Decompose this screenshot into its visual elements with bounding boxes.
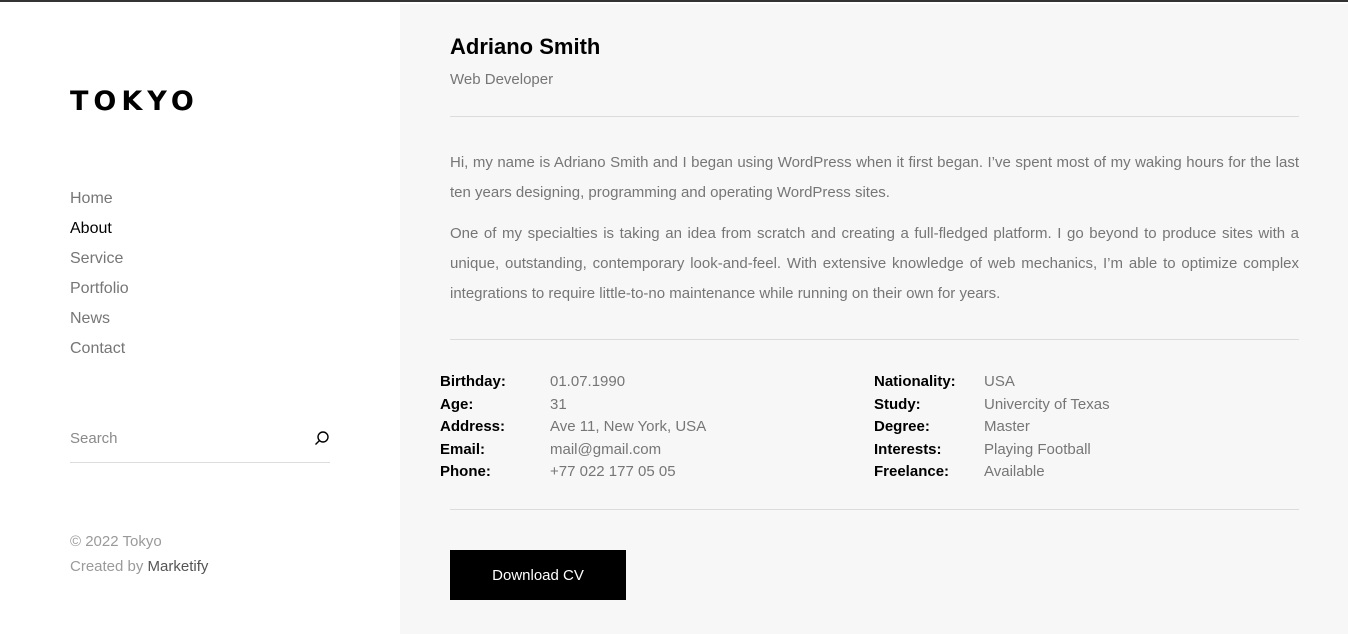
sidebar: TOKYO Home About Service Portfolio News …: [0, 4, 400, 634]
bio-paragraph: Hi, my name is Adriano Smith and I began…: [450, 154, 1299, 201]
info-value: Playing Football: [984, 440, 1091, 458]
copyright-text: © 2022 Tokyo: [70, 533, 162, 550]
created-by: Created by Marketify: [70, 554, 208, 579]
about-section: Adriano Smith Web Developer Hi, my name …: [400, 4, 1348, 634]
nav-item-news[interactable]: News: [70, 307, 129, 337]
info-label: Interests:: [874, 440, 942, 458]
search-box: [70, 422, 330, 463]
search-input[interactable]: [70, 422, 300, 454]
info-row-phone: Phone: +77 022 177 05 05: [440, 461, 820, 484]
nav-item-portfolio[interactable]: Portfolio: [70, 277, 129, 307]
info-label: Birthday:: [440, 373, 506, 390]
divider: [450, 509, 1299, 510]
download-cv-button[interactable]: Download CV: [450, 550, 626, 600]
nav-item-about[interactable]: About: [70, 217, 129, 247]
info-row-email: Email: mail@gmail.com: [440, 439, 820, 462]
info-value: 01.07.1990: [550, 373, 626, 390]
divider: [450, 116, 1299, 117]
divider: [450, 339, 1299, 340]
info-value[interactable]: mail@gmail.com: [550, 439, 661, 462]
info-label: Address:: [440, 418, 506, 435]
bio-paragraph: One of my specialties is taking an idea …: [450, 225, 1299, 302]
info-value: Available: [984, 463, 1045, 480]
info-value: Ave 11, New York, USA: [550, 418, 707, 435]
info-row-study: Study: Univercity of Texas: [874, 394, 1254, 417]
info-value: USA: [984, 373, 1015, 390]
info-list-left: Birthday: 01.07.1990 Age: 31 Address: Ave 1…: [440, 371, 820, 484]
info-label: Email:: [440, 440, 486, 458]
search-icon[interactable]: [314, 430, 330, 446]
info-label: Age:: [440, 395, 474, 413]
info-row-interests: Interests: Playing Football: [874, 439, 1254, 462]
info-list-right: Nationality: USA Study: Univercity of Texa…: [874, 371, 1254, 484]
info-label: Phone:: [440, 463, 491, 480]
logo[interactable]: TOKYO: [70, 86, 199, 117]
info-row-degree: Degree: Master: [874, 416, 1254, 439]
info-value: +77 022 177 05 05: [550, 463, 676, 480]
info-row-nationality: Nationality: USA: [874, 371, 1254, 394]
info-row-freelance: Freelance: Available: [874, 461, 1254, 484]
info-label: Study:: [874, 395, 921, 413]
info-row-age: Age: 31: [440, 394, 820, 417]
info-label: Nationality:: [874, 373, 956, 390]
info-row-address: Address: Ave 11, New York, USA: [440, 416, 820, 439]
main-nav: Home About Service Portfolio News Contac…: [70, 187, 129, 367]
bio-text: Hi, my name is Adriano Smith and I began…: [450, 148, 1299, 309]
nav-item-service[interactable]: Service: [70, 247, 129, 277]
created-by-prefix: Created by: [70, 558, 148, 575]
info-label: Freelance:: [874, 463, 950, 480]
info-value: Master: [984, 418, 1030, 435]
footer-copyright: © 2022 Tokyo Created by Marketify: [70, 529, 208, 579]
marketify-link[interactable]: Marketify: [148, 558, 209, 575]
person-name: Adriano Smith: [450, 34, 601, 59]
nav-item-contact[interactable]: Contact: [70, 337, 129, 367]
info-label: Degree:: [874, 418, 930, 435]
info-value: 31: [550, 395, 567, 413]
info-row-birthday: Birthday: 01.07.1990: [440, 371, 820, 394]
info-value: Univercity of Texas: [984, 395, 1110, 413]
nav-item-home[interactable]: Home: [70, 187, 129, 217]
person-role: Web Developer: [450, 71, 554, 88]
